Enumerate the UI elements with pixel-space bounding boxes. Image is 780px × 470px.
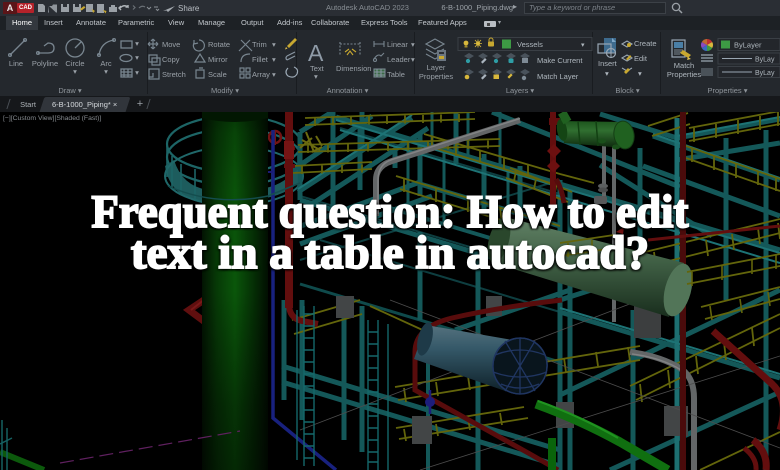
svg-text:Linear: Linear <box>387 40 408 49</box>
svg-text:Insert: Insert <box>598 59 618 68</box>
svg-text:Make Current: Make Current <box>537 56 583 65</box>
svg-text:▾: ▾ <box>411 55 415 64</box>
svg-text:Properties: Properties <box>667 70 701 79</box>
svg-text:Scale: Scale <box>208 70 227 79</box>
svg-text:Vessels: Vessels <box>517 40 543 49</box>
svg-text:Table: Table <box>387 70 405 79</box>
svg-text:Create: Create <box>634 39 657 48</box>
svg-text:▾: ▾ <box>73 67 77 76</box>
svg-text:A: A <box>308 40 324 66</box>
svg-text:▾: ▾ <box>314 72 318 81</box>
svg-text:Fillet: Fillet <box>252 55 269 64</box>
svg-text:▾: ▾ <box>272 55 276 64</box>
svg-text:ByLay: ByLay <box>755 70 775 77</box>
svg-text:Share: Share <box>178 4 200 13</box>
svg-text:▾: ▾ <box>605 69 609 78</box>
svg-text:Line: Line <box>9 59 23 68</box>
svg-text:Copy: Copy <box>162 55 180 64</box>
svg-text:Rotate: Rotate <box>208 40 230 49</box>
svg-text:Stretch: Stretch <box>162 70 186 79</box>
svg-text:Array: Array <box>252 70 270 79</box>
svg-text:▾: ▾ <box>104 67 108 76</box>
svg-text:▾: ▾ <box>135 39 139 48</box>
svg-text:Dimension: Dimension <box>336 64 371 73</box>
svg-text:Match Layer: Match Layer <box>537 72 579 81</box>
svg-text:Properties: Properties <box>419 72 453 81</box>
svg-text:Polyline: Polyline <box>32 59 58 68</box>
svg-text:▾: ▾ <box>135 53 139 62</box>
svg-text:Edit: Edit <box>634 54 648 63</box>
svg-text:ByLay: ByLay <box>755 57 775 64</box>
svg-text:▾: ▾ <box>411 40 415 49</box>
svg-text:▾: ▾ <box>581 42 585 49</box>
svg-text:Match: Match <box>674 61 694 70</box>
svg-text:ByLayer: ByLayer <box>734 41 762 50</box>
svg-text:Trim: Trim <box>252 40 267 49</box>
svg-text:Layer: Layer <box>427 63 446 72</box>
svg-text:Leader: Leader <box>387 55 411 64</box>
svg-text:▾: ▾ <box>272 70 276 79</box>
svg-text:▾: ▾ <box>638 69 642 78</box>
svg-text:Mirror: Mirror <box>208 55 228 64</box>
svg-text:Move: Move <box>162 40 180 49</box>
svg-text:▾: ▾ <box>135 68 139 77</box>
svg-text:▾: ▾ <box>272 40 276 49</box>
